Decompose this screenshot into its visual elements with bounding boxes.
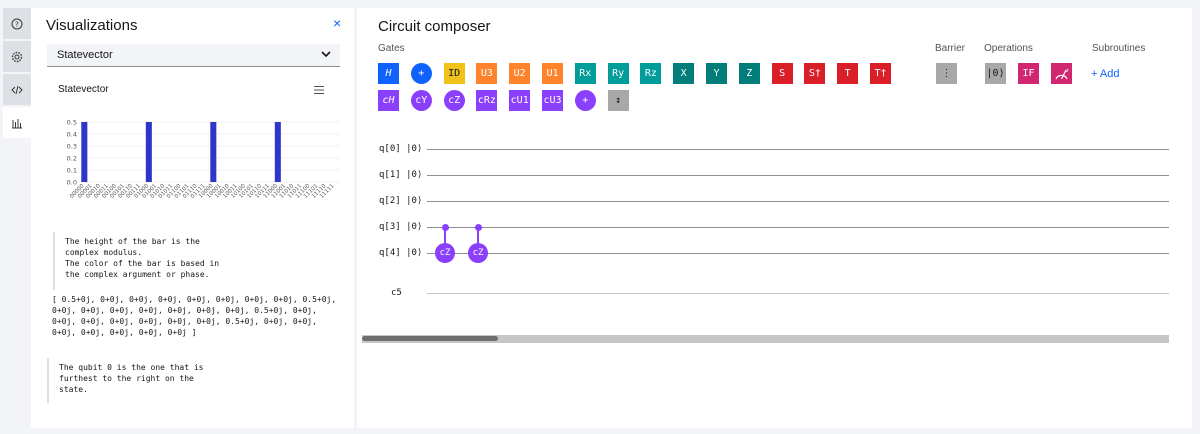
- gate-row2-0[interactable]: cH: [378, 90, 399, 111]
- gate-row1-12[interactable]: S: [771, 63, 793, 84]
- gate-row1-10[interactable]: Y: [706, 63, 727, 84]
- chevron-down-icon: [321, 51, 331, 58]
- y-tick-label: 0.5: [67, 119, 77, 127]
- add-subroutine-link[interactable]: + Add: [1091, 68, 1119, 80]
- code-button[interactable]: [3, 74, 31, 105]
- placed-gate-1[interactable]: cZ: [468, 243, 488, 263]
- gate-row1-6[interactable]: Rx: [574, 63, 596, 84]
- qubit-label-0: q[0] |0⟩: [379, 144, 423, 154]
- subroutines-label: Subroutines: [1092, 43, 1146, 54]
- panel-title: Visualizations: [46, 17, 138, 34]
- help-icon: ?: [11, 18, 23, 29]
- composer-title: Circuit composer: [378, 18, 491, 35]
- placed-gate-0[interactable]: cZ: [435, 243, 455, 263]
- barrier-gate-label: ⋮: [941, 68, 952, 79]
- barrier-label: Barrier: [935, 43, 966, 54]
- qubit-wire-1[interactable]: [427, 175, 1169, 176]
- bar-10000: [210, 122, 217, 182]
- settings-button[interactable]: [3, 41, 31, 72]
- barrier-gate[interactable]: ⋮: [936, 63, 957, 84]
- y-tick-label: 0.3: [67, 143, 77, 151]
- gates-label: Gates: [378, 43, 405, 54]
- control-dot[interactable]: [474, 223, 482, 231]
- help-button[interactable]: ?: [3, 8, 31, 39]
- bar-00000: [81, 122, 88, 182]
- gate-row1-5[interactable]: U1: [542, 63, 563, 84]
- operations-label: Operations: [984, 43, 1033, 54]
- circuit-composer: Circuit composer Gates Barrier Operation…: [357, 8, 1192, 428]
- qubit-order-note: The qubit 0 is the one that is furthest …: [47, 358, 204, 403]
- qubit-wire-0[interactable]: [427, 149, 1169, 150]
- control-dot[interactable]: [441, 223, 449, 231]
- gate-row2-5[interactable]: cU3: [542, 90, 563, 111]
- left-rail: ?: [3, 8, 31, 140]
- gate-row1-3[interactable]: U3: [476, 63, 498, 84]
- reset-gate[interactable]: |0⟩: [985, 63, 1006, 84]
- qubit-label-4: q[4] |0⟩: [379, 248, 423, 258]
- bar-11000: [274, 122, 281, 182]
- visualizations-panel: Visualizations × Statevector Statevector…: [31, 8, 354, 428]
- gate-row2-1[interactable]: cY: [410, 90, 432, 111]
- gate-row2-3[interactable]: cRz: [476, 90, 498, 111]
- y-tick-label: 0.4: [67, 131, 77, 139]
- scrollbar-thumb[interactable]: [362, 336, 498, 341]
- close-icon[interactable]: ×: [333, 15, 341, 31]
- gate-row1-0[interactable]: H: [378, 63, 399, 84]
- chart-title: Statevector: [58, 84, 109, 95]
- gate-row1-1[interactable]: +: [410, 63, 432, 84]
- gate-row1-15[interactable]: T†: [870, 63, 891, 84]
- menu-icon[interactable]: [313, 85, 325, 95]
- statevector-chart: 0.00.10.20.30.40.50000000001000100001100…: [67, 119, 339, 200]
- gate-row1-9[interactable]: X: [673, 63, 695, 84]
- gate-row1-7[interactable]: Ry: [607, 63, 629, 84]
- if-gate-label: IF: [1022, 68, 1035, 79]
- if-gate[interactable]: IF: [1018, 63, 1039, 84]
- bar-chart-icon: [12, 118, 22, 128]
- gate-row2-4[interactable]: cU1: [509, 90, 531, 111]
- code-icon: [11, 85, 23, 94]
- qubit-label-1: q[1] |0⟩: [379, 170, 423, 180]
- svg-text:z: z: [1066, 68, 1069, 74]
- gate-row1-14[interactable]: T: [837, 63, 859, 84]
- gate-row2-7[interactable]: ↕: [607, 90, 629, 111]
- gate-row1-11[interactable]: Z: [738, 63, 760, 84]
- chart-note: The height of the bar is the complex mod…: [53, 232, 219, 290]
- gate-row2-2[interactable]: cZ: [443, 90, 465, 111]
- gear-icon: [11, 51, 23, 62]
- reset-gate-label: |0⟩: [986, 68, 1005, 79]
- gate-row1-13[interactable]: S†: [804, 63, 826, 84]
- y-tick-label: 0.0: [67, 179, 77, 187]
- qubit-wire-4[interactable]: [427, 253, 1169, 254]
- y-tick-label: 0.1: [67, 167, 77, 175]
- qubit-label-3: q[3] |0⟩: [379, 222, 423, 232]
- statevector-output: [ 0.5+0j, 0+0j, 0+0j, 0+0j, 0+0j, 0+0j, …: [52, 295, 337, 337]
- qubit-wire-3[interactable]: [427, 227, 1169, 228]
- y-tick-label: 0.2: [67, 155, 77, 163]
- qubit-label-2: q[2] |0⟩: [379, 196, 423, 206]
- gate-row2-6[interactable]: +: [574, 90, 596, 111]
- classical-register-label: c5: [391, 288, 402, 298]
- qubit-wire-2[interactable]: [427, 201, 1169, 202]
- gate-row1-4[interactable]: U2: [509, 63, 531, 84]
- gate-row1-8[interactable]: Rz: [640, 63, 662, 84]
- visualization-select[interactable]: Statevector: [47, 44, 340, 67]
- measure-icon: z: [1055, 68, 1069, 80]
- bar-01000: [145, 122, 152, 182]
- select-value: Statevector: [57, 49, 113, 61]
- visualizations-button[interactable]: [3, 107, 31, 138]
- classical-wire: [427, 293, 1169, 294]
- svg-text:?: ?: [15, 20, 19, 28]
- gate-row1-2[interactable]: ID: [443, 63, 465, 84]
- horizontal-scrollbar[interactable]: [362, 335, 1169, 343]
- measure-gate[interactable]: z: [1051, 63, 1072, 84]
